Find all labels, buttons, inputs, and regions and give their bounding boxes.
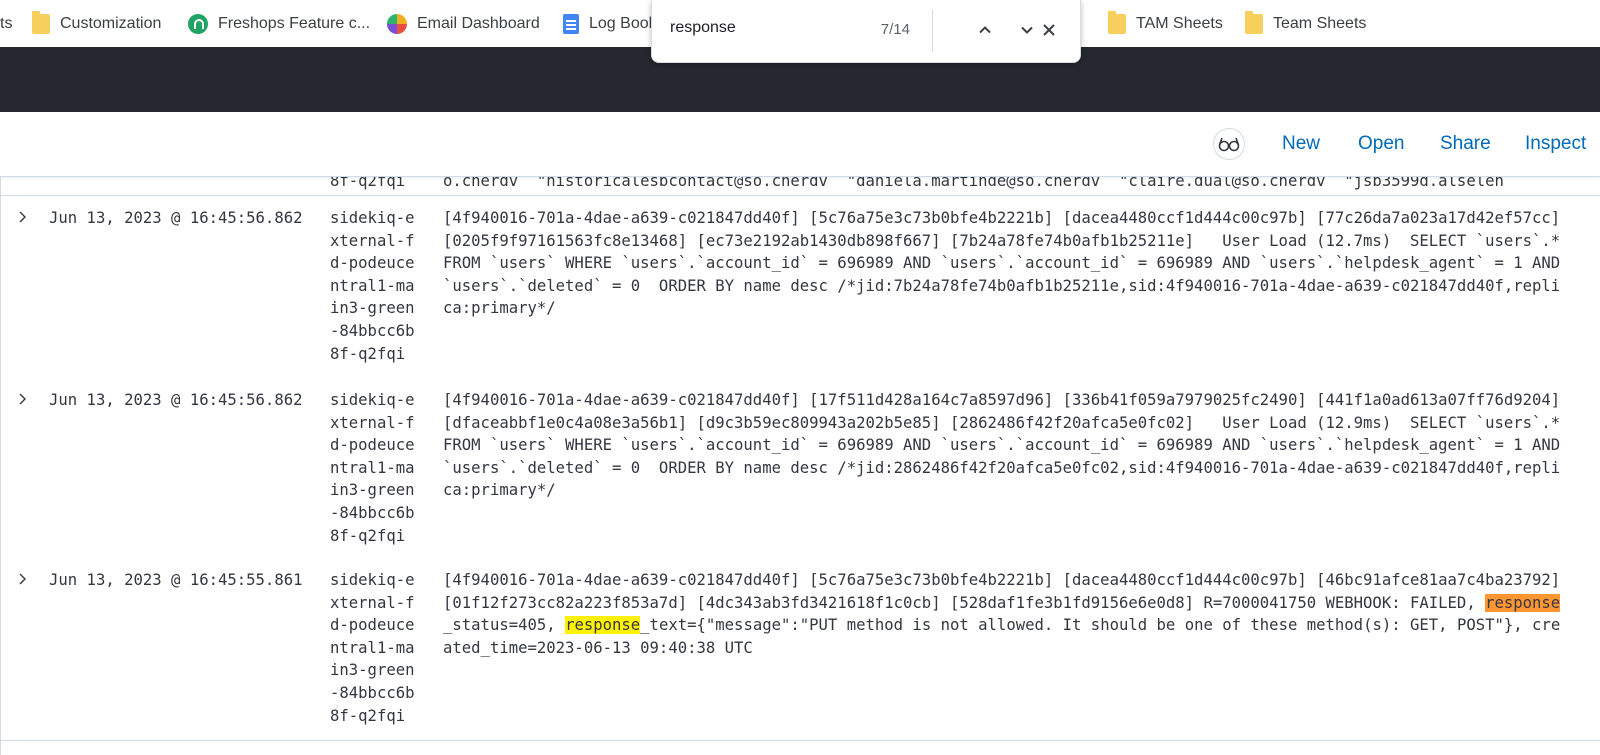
timestamp-cell: Jun 13, 2023 @ 16:45:55.861 xyxy=(49,571,303,589)
message-line: [01f12f273cc82a223f853a7d] [4dc343ab3fd3… xyxy=(443,593,1486,612)
message-cell: [4f940016-701a-4dae-a639-c021847dd40f] [… xyxy=(443,207,1593,320)
expand-row-button[interactable] xyxy=(16,210,30,224)
headset-icon xyxy=(188,13,208,34)
host-cell: sidekiq-e xternal-f d-podeuce ntral1-ma … xyxy=(330,207,420,365)
table-row: Jun 13, 2023 @ 16:45:55.861 sidekiq-e xt… xyxy=(1,558,1600,741)
message-line: [dfaceabbf1e0c4a08e3a56b1] [d9c3b59ec809… xyxy=(443,413,1561,432)
expand-row-button[interactable] xyxy=(16,392,30,406)
find-match-count: 7/14 xyxy=(880,21,910,38)
glasses-icon xyxy=(1218,137,1240,152)
folder-icon xyxy=(1108,10,1126,34)
inspect-button[interactable]: Inspect xyxy=(1525,133,1586,155)
message-cell: o.cnerdv "historicalesbcontact@so.cnerdv… xyxy=(443,176,1504,190)
bookmark-label: Freshops Feature c... xyxy=(218,14,371,32)
find-separator xyxy=(932,10,933,52)
host-line: sidekiq-e xyxy=(330,571,415,589)
folder-icon xyxy=(1245,10,1263,34)
message-line: FROM `users` WHERE `users`.`account_id` … xyxy=(443,436,1561,455)
new-button[interactable]: New xyxy=(1282,133,1320,155)
search-match: response xyxy=(565,616,641,635)
message-line: ated_time=2023-06-13 09:40:38 UTC xyxy=(443,638,753,657)
message-cell: [4f940016-701a-4dae-a639-c021847dd40f] [… xyxy=(443,389,1593,502)
find-bar: 7/14 xyxy=(651,0,1081,63)
message-line: [0205f9f97161563fc8e13468] [ec73e2192ab1… xyxy=(443,231,1561,250)
host-line: in3-green xyxy=(330,299,415,318)
find-previous-button[interactable] xyxy=(972,17,998,43)
host-line: d-podeuce xyxy=(330,436,415,455)
dashboard-icon xyxy=(387,13,407,34)
message-line: _text={"message":"PUT method is not allo… xyxy=(640,616,1561,635)
bookmark-label: ts xyxy=(0,14,13,32)
bookmark-label: TAM Sheets xyxy=(1136,14,1223,32)
host-line: d-podeuce xyxy=(330,254,415,273)
bookmark-team-sheets[interactable]: Team Sheets xyxy=(1245,0,1366,47)
host-line: 8f-q2fqi xyxy=(330,344,406,363)
folder-icon xyxy=(32,10,50,34)
host-cell: sidekiq-e xternal-f d-podeuce ntral1-ma … xyxy=(330,569,420,727)
bookmark-log-book[interactable]: Log Book xyxy=(563,0,657,47)
bookmark-label: Log Book xyxy=(589,14,657,32)
host-line: ntral1-ma xyxy=(330,276,415,295)
message-line: ca:primary*/ xyxy=(443,481,556,500)
host-line: in3-green xyxy=(330,481,415,500)
message-line: [4f940016-701a-4dae-a639-c021847dd40f] [… xyxy=(443,571,1561,589)
host-line: xternal-f xyxy=(330,231,415,250)
message-line: FROM `users` WHERE `users`.`account_id` … xyxy=(443,254,1561,273)
bookmark-label: Customization xyxy=(60,14,162,32)
expand-row-button[interactable] xyxy=(16,572,30,586)
bookmark-freshops-feature[interactable]: Freshops Feature c... xyxy=(188,0,370,47)
bookmark-email-dashboard[interactable]: Email Dashboard xyxy=(387,0,540,47)
log-table: 8f-q2fqi o.cnerdv "historicalesbcontact@… xyxy=(0,176,1600,755)
open-button[interactable]: Open xyxy=(1358,133,1404,155)
host-line: ntral1-ma xyxy=(330,638,415,657)
host-line: -84bbcc6b xyxy=(330,503,415,522)
share-button[interactable]: Share xyxy=(1440,133,1491,155)
host-line: 8f-q2fqi xyxy=(330,526,406,545)
host-line: -84bbcc6b xyxy=(330,321,415,340)
bookmark-tam-sheets[interactable]: TAM Sheets xyxy=(1108,0,1223,47)
chevron-up-icon xyxy=(979,26,991,34)
host-line: ntral1-ma xyxy=(330,458,415,477)
active-search-match: response xyxy=(1485,593,1561,612)
table-row: Jun 13, 2023 @ 16:45:56.862 sidekiq-e xt… xyxy=(1,378,1600,559)
host-cell: sidekiq-e xternal-f d-podeuce ntral1-ma … xyxy=(330,389,420,547)
message-line: [4f940016-701a-4dae-a639-c021847dd40f] [… xyxy=(443,391,1561,409)
host-line: -84bbcc6b xyxy=(330,683,415,702)
chevron-right-icon xyxy=(19,393,26,405)
message-cell: [4f940016-701a-4dae-a639-c021847dd40f] [… xyxy=(443,569,1593,659)
bookmark-truncated[interactable]: ts xyxy=(0,0,12,47)
timestamp-cell: Jun 13, 2023 @ 16:45:56.862 xyxy=(49,391,303,409)
message-line: ca:primary*/ xyxy=(443,299,556,318)
close-icon xyxy=(1043,24,1055,36)
chevron-right-icon xyxy=(19,211,26,223)
message-line: `users`.`deleted` = 0 ORDER BY name desc… xyxy=(443,276,1561,295)
inspect-mode-button[interactable] xyxy=(1213,128,1245,160)
host-line: d-podeuce xyxy=(330,616,415,635)
host-line: xternal-f xyxy=(330,413,415,432)
host-line: sidekiq-e xyxy=(330,391,415,409)
host-line: in3-green xyxy=(330,661,415,680)
document-icon xyxy=(563,13,579,34)
host-line: xternal-f xyxy=(330,593,415,612)
find-close-button[interactable] xyxy=(1036,17,1062,43)
message-line: `users`.`deleted` = 0 ORDER BY name desc… xyxy=(443,458,1561,477)
chevron-down-icon xyxy=(1021,26,1033,34)
host-line: sidekiq-e xyxy=(330,209,415,227)
find-input[interactable] xyxy=(670,19,870,37)
bookmark-customization[interactable]: Customization xyxy=(32,0,161,47)
host-cell: 8f-q2fqi xyxy=(330,176,406,190)
table-row: 8f-q2fqi o.cnerdv "historicalesbcontact@… xyxy=(1,176,1600,196)
bookmark-label: Email Dashboard xyxy=(417,14,540,32)
bookmark-label: Team Sheets xyxy=(1273,14,1367,32)
timestamp-cell: Jun 13, 2023 @ 16:45:56.862 xyxy=(49,209,303,227)
message-line: _status=405, xyxy=(443,616,566,635)
message-line: [4f940016-701a-4dae-a639-c021847dd40f] [… xyxy=(443,209,1561,227)
host-line: 8f-q2fqi xyxy=(330,706,406,725)
table-row: Jun 13, 2023 @ 16:45:56.862 sidekiq-e xt… xyxy=(1,196,1600,379)
chevron-right-icon xyxy=(19,573,26,585)
